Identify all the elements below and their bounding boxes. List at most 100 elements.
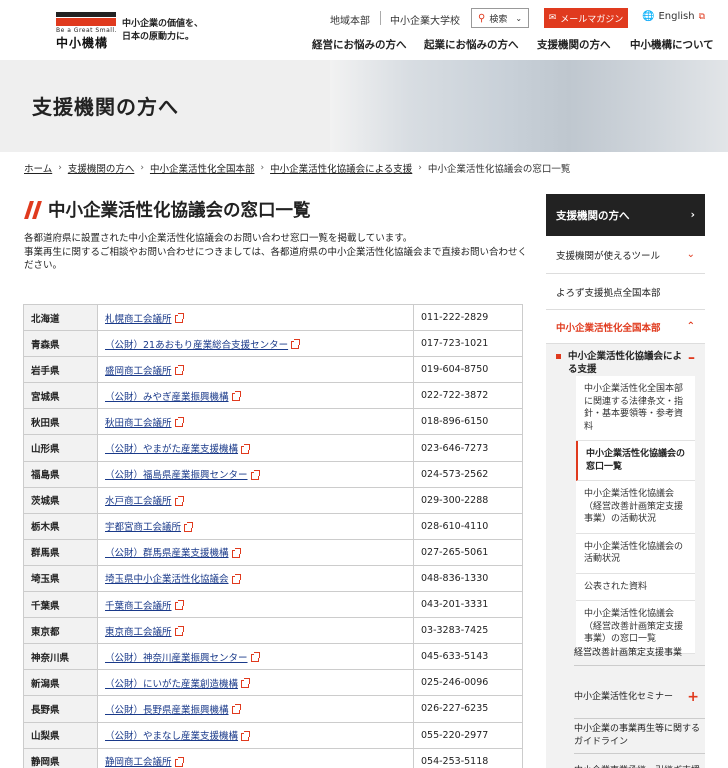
organization-cell: 水戸商工会議所 (97, 486, 414, 514)
table-row: 岩手県 盛岡商工会議所 019-604-8750 (23, 356, 523, 384)
organization-link[interactable]: （公財）やまなし産業支援機構 (105, 731, 238, 742)
organization-cell: 静岡商工会議所 (97, 747, 414, 768)
organization-link[interactable]: 宇都宮商工会議所 (105, 522, 181, 533)
phone-cell: 028-610-4110 (413, 512, 523, 540)
title-mark-icon (24, 200, 42, 219)
organization-cell: 秋田商工会議所 (97, 408, 414, 436)
sidebar-item-yorozu[interactable]: よろず支援拠点全国本部 (546, 274, 705, 310)
organization-link[interactable]: 水戸商工会議所 (105, 496, 172, 507)
table-row: 長野県 （公財）長野県産業振興機構 026-227-6235 (23, 695, 523, 723)
phone-cell: 024-573-2562 (413, 460, 523, 488)
organization-link[interactable]: （公財）にいがた産業創造機構 (105, 679, 238, 690)
external-link-icon (174, 626, 184, 637)
organization-cell: （公財）21あおもり産業総合支援センター (97, 330, 414, 358)
search-dropdown[interactable]: ⚲ 検索 ⌄ (471, 8, 529, 28)
mail-magazine-label: メールマガジン (560, 14, 624, 25)
prefecture-cell: 群馬県 (23, 538, 98, 566)
sub-link-plan-activity[interactable]: 中小企業活性化協議会（経営改善計画策定支援事業）の活動状況 (576, 481, 695, 534)
organization-cell: 埼玉県中小企業活性化協議会 (97, 564, 414, 593)
phone-cell: 03-3283-7425 (413, 617, 523, 645)
region-link[interactable]: 地域本部 (330, 10, 370, 28)
phone-cell: 019-604-8750 (413, 356, 523, 384)
breadcrumb-national-hq[interactable]: 中小企業活性化全国本部 (150, 161, 255, 175)
organization-cell: （公財）にいがた産業創造機構 (97, 669, 414, 697)
prefecture-cell: 新潟県 (23, 669, 98, 697)
organization-link[interactable]: 千葉商工会議所 (105, 601, 172, 612)
table-row: 静岡県 静岡商工会議所 054-253-5118 (23, 747, 523, 768)
sidebar-link-plan-support[interactable]: 経営改善計画策定支援事業 (574, 642, 705, 666)
sidebar-item-tools[interactable]: 支援機関が使えるツール ⌄ (546, 236, 705, 274)
organization-link[interactable]: （公財）群馬県産業支援機構 (105, 548, 229, 559)
organization-link[interactable]: 静岡商工会議所 (105, 757, 172, 768)
organization-link[interactable]: （公財）みやぎ産業振興機構 (105, 392, 229, 403)
sub-link-activity[interactable]: 中小企業活性化協議会の活動状況 (576, 534, 695, 574)
organization-link[interactable]: （公財）21あおもり産業総合支援センター (105, 340, 288, 351)
sidebar-sub-title[interactable]: 中小企業活性化協議会による支援 – (556, 350, 695, 376)
sidebar-item-national-hq[interactable]: 中小企業活性化全国本部 ⌃ (546, 310, 705, 344)
english-label: English (658, 11, 695, 22)
nav-management[interactable]: 経営にお悩みの方へ (312, 37, 407, 52)
bullet-icon (556, 354, 561, 359)
site-logo[interactable]: Be a Great Small. 中小機構 中小企業の価値を、 日本の原動力に。 (56, 12, 216, 50)
external-link-icon (174, 365, 184, 376)
organization-cell: （公財）やまがた産業支援機構 (97, 434, 414, 462)
sidebar-head-label: 支援機関の方へ (556, 209, 630, 222)
sub-link-published[interactable]: 公表された資料 (576, 574, 695, 601)
sidebar-link-seminar-label: 中小企業活性化セミナー (574, 692, 674, 702)
sidebar-item-label: 支援機関が使えるツール (556, 250, 661, 262)
phone-cell: 055-220-2977 (413, 721, 523, 749)
sidebar-link-seminar[interactable]: 中小企業活性化セミナー + (574, 679, 705, 719)
sub-link-laws[interactable]: 中小企業活性化全国本部に関連する法律条文・指針・基本要領等・参考資料 (576, 376, 695, 441)
nav-support-orgs[interactable]: 支援機関の方へ (537, 37, 611, 52)
breadcrumb-support-orgs[interactable]: 支援機関の方へ (68, 161, 135, 175)
sidebar-link-guideline[interactable]: 中小企業の事業再生等に関するガイドライン (574, 718, 705, 754)
handshake-photo (330, 60, 728, 152)
sidebar-link-succession[interactable]: 中小企業事業承継・引継ぎ支援 (574, 760, 705, 768)
minus-icon[interactable]: – (688, 351, 695, 365)
sub-link-council-list[interactable]: 中小企業活性化協議会の窓口一覧 (576, 441, 695, 481)
external-link-icon: ⧉ (698, 11, 705, 22)
prefecture-cell: 埼玉県 (23, 564, 98, 593)
chevron-down-icon: ⌄ (686, 249, 695, 260)
organization-link[interactable]: （公財）福島県産業振興センター (105, 470, 248, 481)
prefecture-cell: 長野県 (23, 695, 98, 723)
organization-link[interactable]: 東京商工会議所 (105, 627, 172, 638)
organization-link[interactable]: （公財）やまがた産業支援機構 (105, 444, 238, 455)
page: Be a Great Small. 中小機構 中小企業の価値を、 日本の原動力に。… (0, 0, 728, 768)
sidebar-item-label: よろず支援拠点全国本部 (556, 287, 661, 299)
organization-link[interactable]: （公財）神奈川産業振興センター (105, 653, 248, 664)
external-link-icon (241, 678, 251, 689)
mail-magazine-button[interactable]: ✉ メールマガジン (544, 8, 628, 28)
table-row: 神奈川県 （公財）神奈川産業振興センター 045-633-5143 (23, 643, 523, 671)
prefecture-cell: 宮城県 (23, 382, 98, 410)
organization-cell: 千葉商工会議所 (97, 591, 414, 619)
sidebar-sub-title-label: 中小企業活性化協議会による支援 (568, 351, 683, 375)
chevron-right-icon: › (260, 163, 265, 173)
organization-cell: （公財）群馬県産業支援機構 (97, 538, 414, 566)
organization-cell: （公財）福島県産業振興センター (97, 460, 414, 488)
nav-startup[interactable]: 起業にお悩みの方へ (424, 37, 519, 52)
organization-link[interactable]: 埼玉県中小企業活性化協議会 (105, 574, 229, 585)
sidebar-head[interactable]: 支援機関の方へ › (546, 194, 705, 236)
breadcrumb-council-support[interactable]: 中小企業活性化協議会による支援 (270, 161, 412, 175)
chevron-up-icon: ⌃ (686, 321, 695, 332)
prefecture-cell: 神奈川県 (23, 643, 98, 671)
prefecture-cell: 秋田県 (23, 408, 98, 436)
organization-link[interactable]: 札幌商工会議所 (105, 314, 172, 325)
english-link[interactable]: 🌐 English ⧉ (642, 11, 705, 22)
phone-cell: 029-300-2288 (413, 486, 523, 514)
sidebar-item-label: 中小企業活性化全国本部 (556, 322, 661, 334)
organization-cell: 東京商工会議所 (97, 617, 414, 645)
chevron-right-icon: › (418, 163, 422, 173)
table-row: 秋田県 秋田商工会議所 018-896-6150 (23, 408, 523, 436)
university-link[interactable]: 中小企業大学校 (390, 10, 460, 28)
breadcrumb-home[interactable]: ホーム (24, 161, 52, 175)
organization-link[interactable]: 盛岡商工会議所 (105, 366, 172, 377)
organization-link[interactable]: 秋田商工会議所 (105, 418, 172, 429)
external-link-icon (231, 704, 241, 715)
prefecture-cell: 栃木県 (23, 512, 98, 540)
search-icon: ⚲ (478, 12, 486, 24)
organization-link[interactable]: （公財）長野県産業振興機構 (105, 705, 229, 716)
sidebar-sub-links: 中小企業活性化全国本部に関連する法律条文・指針・基本要領等・参考資料 中小企業活… (576, 376, 695, 654)
nav-about[interactable]: 中小機構について (630, 37, 714, 52)
